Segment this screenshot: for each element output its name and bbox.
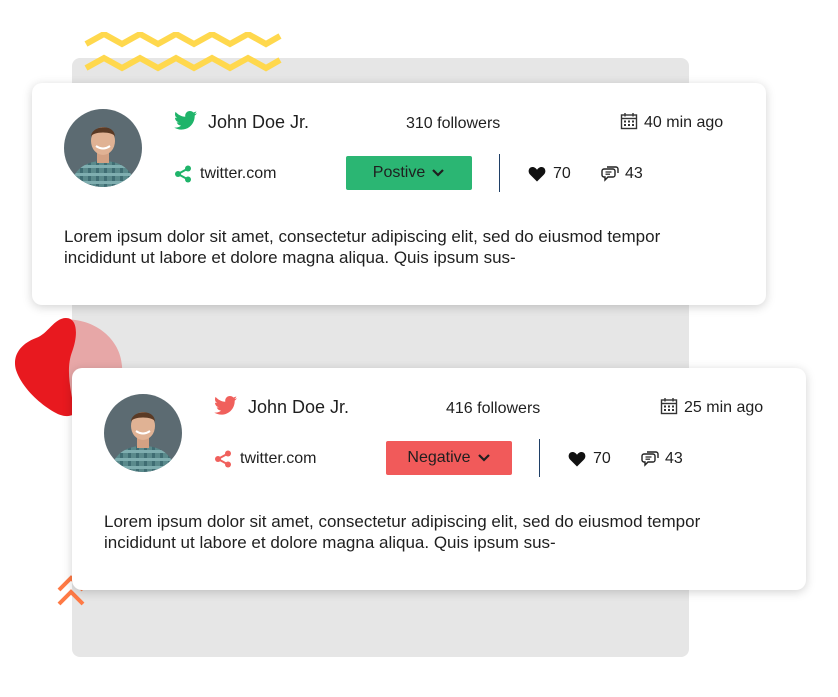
- chevron-down-icon: [432, 169, 445, 177]
- post-text: Lorem ipsum dolor sit amet, consectetur …: [64, 227, 661, 267]
- post-text: Lorem ipsum dolor sit amet, consectetur …: [104, 512, 701, 552]
- post-card: John Doe Jr. 416 followers 25 min ago tw…: [72, 368, 806, 590]
- heart-icon[interactable]: [568, 451, 586, 467]
- source-link[interactable]: twitter.com: [200, 165, 276, 183]
- sentiment-dropdown[interactable]: Postive: [346, 156, 472, 190]
- share-icon: [175, 165, 191, 183]
- likes-count: 70: [593, 450, 611, 467]
- comment-bubbles-icon[interactable]: [601, 165, 619, 183]
- twitter-bird-icon: [214, 396, 237, 415]
- zigzag-decoration: [84, 32, 282, 72]
- post-time: 25 min ago: [684, 399, 764, 416]
- sentiment-label: Postive: [372, 164, 426, 181]
- sentiment-dropdown[interactable]: Negative: [386, 441, 512, 475]
- followers-count: 310 followers: [406, 115, 501, 132]
- avatar: [104, 394, 182, 472]
- likes-count: 70: [553, 165, 571, 182]
- share-icon: [215, 450, 231, 468]
- post-time: 40 min ago: [644, 114, 724, 131]
- source-link[interactable]: twitter.com: [240, 450, 316, 468]
- heart-icon[interactable]: [528, 166, 546, 182]
- calendar-icon: [620, 113, 638, 130]
- divider: [539, 439, 540, 477]
- author-name[interactable]: John Doe Jr.: [248, 397, 349, 418]
- author-name[interactable]: John Doe Jr.: [208, 112, 309, 133]
- comments-count: 43: [665, 450, 683, 467]
- comment-bubbles-icon[interactable]: [641, 450, 659, 468]
- twitter-bird-icon: [174, 111, 197, 130]
- sentiment-label: Negative: [407, 449, 471, 466]
- avatar: [64, 109, 142, 187]
- calendar-icon: [660, 398, 678, 415]
- chevron-down-icon: [477, 454, 490, 462]
- divider: [499, 154, 500, 192]
- comments-count: 43: [625, 165, 643, 182]
- post-card: John Doe Jr. 310 followers 40 min ago tw…: [32, 83, 766, 305]
- followers-count: 416 followers: [446, 400, 541, 417]
